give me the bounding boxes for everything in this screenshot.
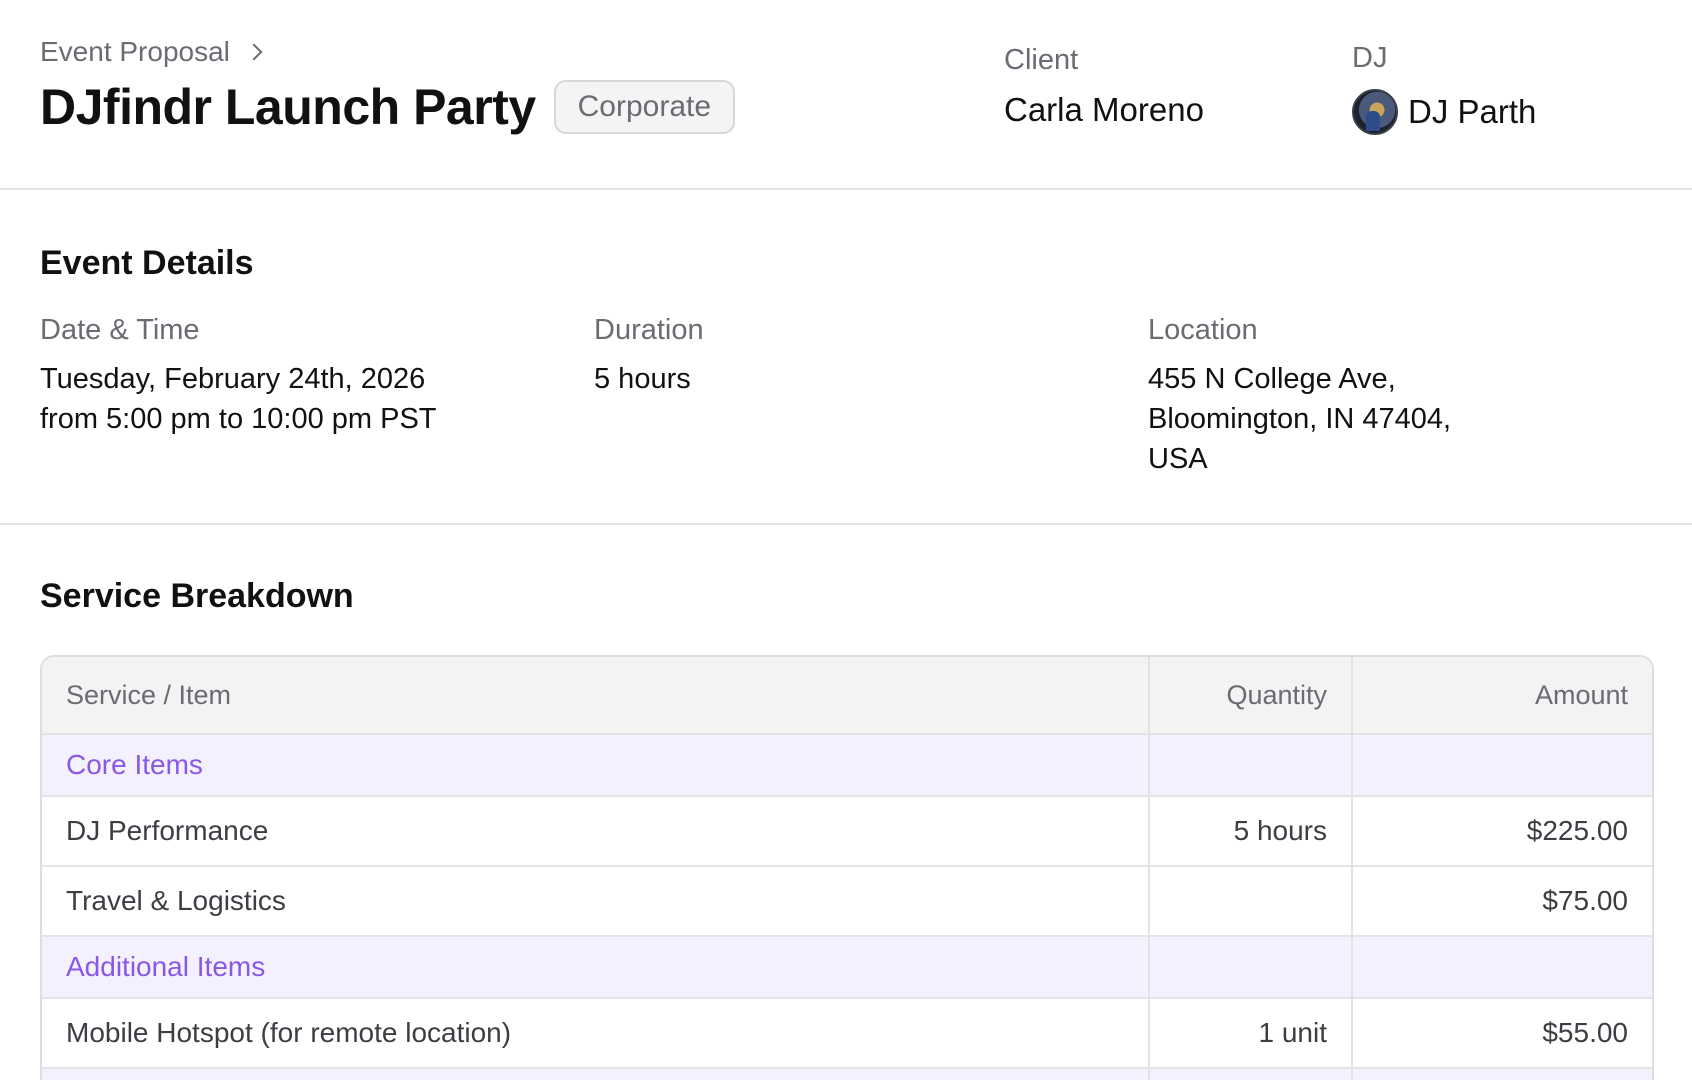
dj-label: DJ (1352, 42, 1388, 74)
table-row-partial (42, 1069, 1652, 1080)
service-table: Service / Item Quantity Amount Core Item… (40, 655, 1654, 1080)
column-header-amount: Amount (1353, 657, 1652, 735)
amount-cell: $225.00 (1353, 797, 1652, 867)
service-cell: DJ Performance (42, 797, 1150, 867)
column-header-service: Service / Item (42, 657, 1150, 735)
service-breakdown-title: Service Breakdown (40, 577, 354, 615)
service-cell: Mobile Hotspot (for remote location) (42, 999, 1150, 1069)
group-row-additional-items: Additional Items (42, 937, 1652, 999)
location-line-2: Bloomington, IN 47404, (1148, 403, 1452, 435)
title-row: DJfindr Launch Party Corporate (40, 78, 736, 136)
amount-cell: $75.00 (1353, 867, 1652, 937)
service-breakdown-section: Service Breakdown Service / Item Quantit… (0, 525, 1692, 1080)
dj-value: DJ Parth (1352, 89, 1536, 135)
amount-cell: $55.00 (1353, 999, 1652, 1069)
date-time-label: Date & Time (40, 314, 200, 346)
table-row: Travel & Logistics $75.00 (42, 867, 1652, 937)
event-details-section: Event Details Date & Time Tuesday, Febru… (0, 190, 1692, 525)
duration-block: Duration 5 hours (594, 314, 704, 399)
group-label: Additional Items (42, 937, 1150, 999)
dj-name: DJ Parth (1408, 93, 1537, 130)
quantity-cell: 1 unit (1150, 999, 1353, 1069)
service-cell: Travel & Logistics (42, 867, 1150, 937)
dj-info: DJ DJ Parth (1352, 42, 1536, 135)
table-row: DJ Performance 5 hours $225.00 (42, 797, 1652, 867)
avatar (1352, 89, 1398, 135)
event-type-badge: Corporate (553, 80, 736, 134)
location-label: Location (1148, 314, 1258, 346)
date-line: Tuesday, February 24th, 2026 (40, 363, 426, 395)
page-title: DJfindr Launch Party (40, 79, 536, 135)
duration-value: 5 hours (594, 363, 691, 395)
quantity-cell (1150, 867, 1353, 937)
quantity-cell: 5 hours (1150, 797, 1353, 867)
group-row-core-items: Core Items (42, 735, 1652, 797)
location-line-1: 455 N College Ave, (1148, 363, 1396, 395)
chevron-right-icon (245, 43, 263, 61)
location-block: Location 455 N College Ave, Bloomington,… (1148, 314, 1451, 479)
client-name: Carla Moreno (1004, 91, 1204, 128)
breadcrumb-label[interactable]: Event Proposal (40, 36, 230, 68)
table-header-row: Service / Item Quantity Amount (42, 657, 1652, 735)
table-row: Mobile Hotspot (for remote location) 1 u… (42, 999, 1652, 1069)
client-info: Client Carla Moreno (1004, 44, 1204, 129)
client-label: Client (1004, 44, 1079, 76)
date-time-block: Date & Time Tuesday, February 24th, 2026… (40, 314, 437, 439)
time-line: from 5:00 pm to 10:00 pm PST (40, 403, 437, 435)
column-header-quantity: Quantity (1150, 657, 1353, 735)
group-label: Core Items (42, 735, 1150, 797)
location-line-3: USA (1148, 443, 1208, 475)
proposal-header: Event Proposal DJfindr Launch Party Corp… (0, 0, 1692, 190)
breadcrumb[interactable]: Event Proposal (40, 36, 263, 68)
event-details-title: Event Details (40, 244, 254, 282)
duration-label: Duration (594, 314, 704, 346)
